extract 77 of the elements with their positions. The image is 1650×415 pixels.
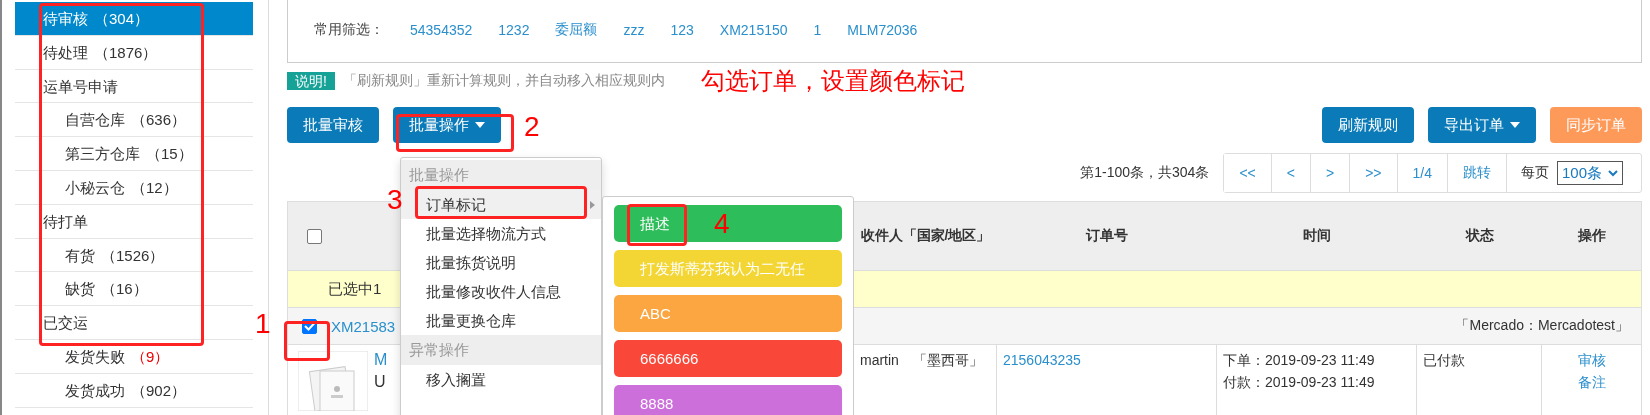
step-number: 2 [524, 113, 540, 141]
toolbar-button[interactable]: 批量审核 [287, 107, 379, 143]
sidebar-item[interactable]: 发货成功 （902） [15, 373, 253, 408]
store-label: 「Mercado：Mercadotest」 [1455, 317, 1629, 335]
filter-label: 常用筛选： [314, 20, 384, 39]
menu-header: 异常操作 [401, 335, 601, 365]
sidebar-item[interactable]: 自营仓库 （636） [15, 103, 253, 138]
selection-text: 已选中1 [328, 279, 382, 299]
recipient-text: martin 「墨西哥」 [860, 351, 984, 370]
chevron-icon [1608, 169, 1618, 177]
sidebar-item[interactable]: 待打单 [15, 204, 253, 239]
time-text: 下单：2019-09-23 11:49 [1223, 351, 1376, 370]
filter-link[interactable]: 54354352 [410, 21, 473, 38]
filter-link[interactable]: MLM72036 [847, 21, 918, 38]
menu-item[interactable]: 批量修改收件人信息 [401, 277, 601, 306]
sidebar-item[interactable]: 缺货 （16） [15, 272, 253, 307]
toolbar-button[interactable]: 刷新规则 [1322, 107, 1414, 143]
action-link[interactable]: 审核 [1577, 349, 1606, 371]
step-number: 3 [387, 186, 403, 214]
count-label: （636） [131, 111, 187, 129]
sidebar-item[interactable]: 发货失败 （9） [15, 339, 253, 374]
per-page-select[interactable]: 100条 [1556, 161, 1623, 185]
order-number-link[interactable]: 2156043235 [1003, 352, 1081, 368]
per-page-label: 每页 [1519, 164, 1550, 182]
count-label: （304） [94, 10, 150, 27]
annotation-box [284, 321, 330, 361]
color-tag[interactable]: 6666666 [614, 340, 842, 377]
count-label: （15） [146, 145, 193, 163]
filter-link[interactable]: 1 [813, 21, 822, 38]
checkbox[interactable] [307, 228, 322, 244]
toolbar-button[interactable]: 同步订单 [1550, 107, 1642, 143]
color-tag[interactable]: ABC [614, 295, 842, 332]
notice-text: 「刷新规则」重新计算规则，并自动移入相应规则内 [342, 71, 665, 90]
column-header: 订单号 [1084, 226, 1129, 245]
count-label: （16） [101, 280, 148, 298]
annotation-box [627, 204, 687, 246]
column-header: 时间 [1302, 226, 1332, 245]
action-link[interactable]: 备注 [1577, 371, 1606, 393]
notice-badge: 说明! [287, 71, 335, 90]
status-text: 已付款 [1423, 352, 1465, 368]
sidebar-item[interactable]: 待处理 （1876） [15, 35, 253, 70]
filter-link[interactable]: 123 [670, 21, 694, 38]
menu-item[interactable]: 批量拣货说明 [401, 248, 601, 277]
page-button[interactable]: << [1224, 154, 1272, 192]
step-number: 4 [714, 209, 730, 238]
color-tag[interactable]: 8888 [614, 385, 842, 415]
count-label: （9） [131, 347, 170, 365]
sidebar-item[interactable]: 小秘云仓 （12） [15, 171, 253, 205]
product-text: U [374, 372, 387, 392]
menu-item[interactable]: 移入搁置 [401, 365, 601, 394]
menu-item[interactable]: 批量选择物流方式 [401, 219, 601, 248]
color-tag[interactable]: 描述 4 [614, 205, 842, 242]
sidebar-item[interactable]: 有货 （1526） [15, 238, 253, 273]
product-title[interactable]: M [374, 349, 388, 371]
filter-link[interactable]: 委屈额 [555, 20, 598, 39]
filter-link[interactable]: XM215150 [719, 21, 788, 38]
column-header: 状态 [1464, 226, 1495, 245]
sidebar-item[interactable]: 运单号申请 [15, 69, 253, 104]
toolbar-button[interactable]: 导出订单 [1428, 107, 1536, 143]
count-label: （12） [131, 179, 178, 196]
annotation-caption: 勾选订单，设置颜色标记 [700, 65, 965, 96]
sidebar-item[interactable]: 第三方仓库 （15） [15, 137, 253, 171]
column-header: 收件人「国家/地区」 [859, 226, 992, 245]
order-link[interactable]: XM21583 [331, 317, 396, 335]
count-label: （1526） [101, 246, 165, 264]
time-text: 付款：2019-09-23 11:49 [1223, 373, 1376, 392]
count-label: （1876） [94, 43, 158, 61]
pagination-summary: 第1-100条，共304条 [1080, 164, 1210, 182]
count-label: （902） [131, 381, 187, 399]
toolbar-button[interactable]: 批量操作 [393, 107, 501, 143]
column-header: 操作 [1576, 226, 1607, 245]
step-number: 1 [255, 310, 271, 338]
sidebar-item[interactable]: 待审核 （304） [15, 2, 253, 36]
menu-item[interactable]: 批量更换仓库 [401, 306, 601, 335]
sidebar-item[interactable]: 已交运 [15, 306, 253, 340]
filter-link[interactable]: 1232 [498, 21, 530, 38]
filter-link[interactable]: zzz [623, 21, 645, 38]
